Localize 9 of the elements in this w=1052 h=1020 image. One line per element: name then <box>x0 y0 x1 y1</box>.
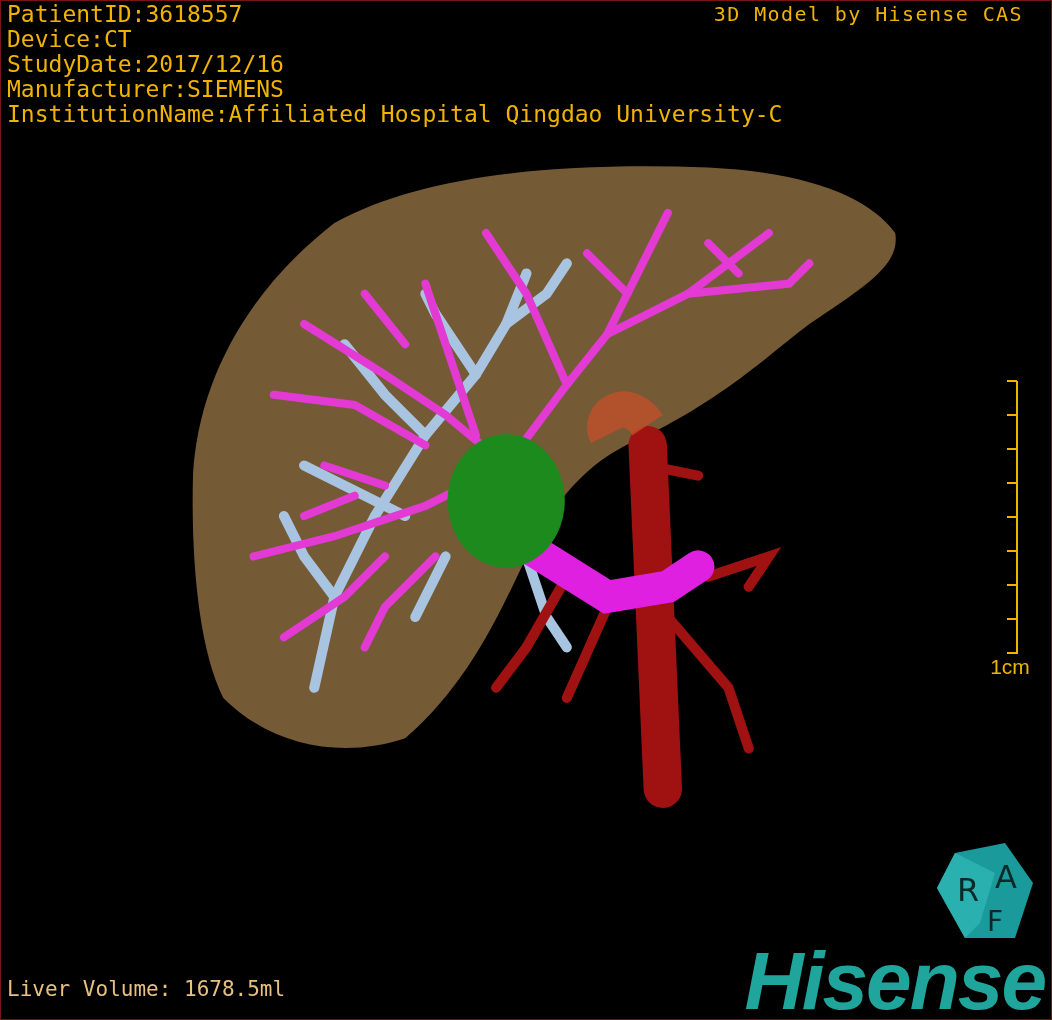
scale-label: 1cm <box>990 655 1030 679</box>
patient-info-line: Device:CT <box>7 27 133 52</box>
liver-volume: Liver Volume: 1678.5ml <box>6 975 286 1003</box>
patient-info-line: InstitutionName:Affiliated Hospital Qingdao University-C <box>7 102 784 127</box>
brand-logo: Hisense <box>744 943 1046 1019</box>
patient-info-line: PatientID:3618557 <box>7 2 243 27</box>
patient-info-line: StudyDate:2017/12/16 <box>7 52 285 77</box>
patient-info-line: Manufacturer:SIEMENS <box>7 77 285 102</box>
model-credit: 3D Model by Hisense CAS <box>713 2 1024 27</box>
